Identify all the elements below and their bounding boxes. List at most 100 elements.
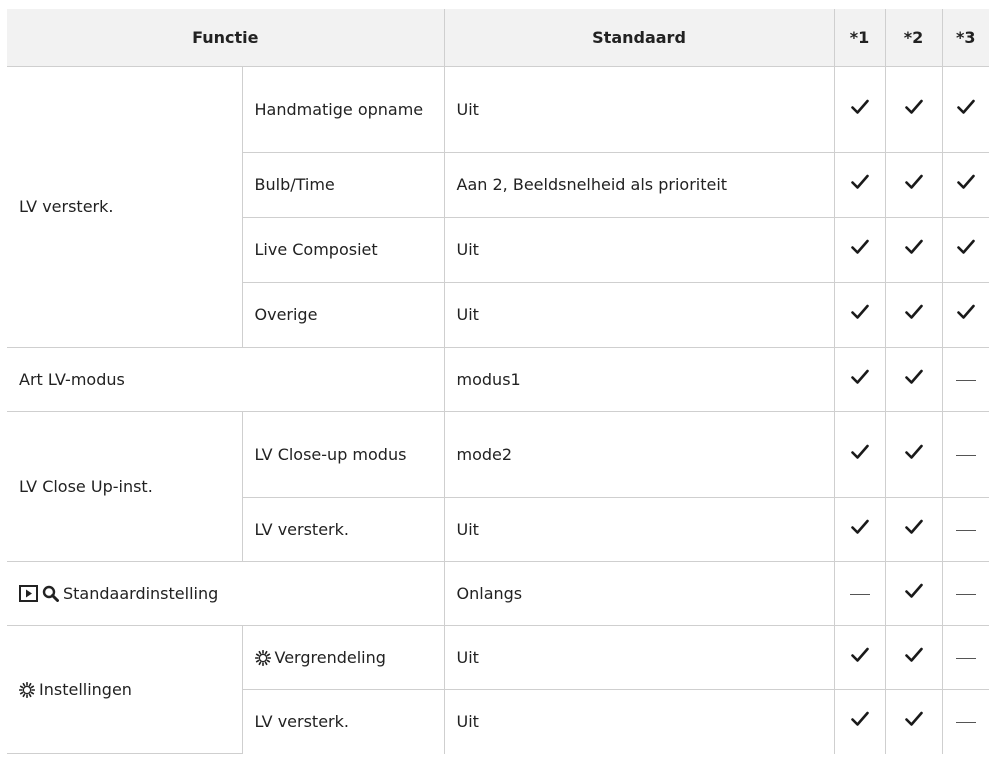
- check-icon: [904, 583, 923, 599]
- default-value: Uit: [443, 497, 835, 562]
- settings-table: Functie Standaard *1 *2 *3 LV versterk. …: [7, 9, 990, 754]
- row-label-playback: Standaardinstelling: [7, 561, 445, 626]
- default-value: Aan 2, Beeldsnelheid als prioriteit: [443, 152, 835, 218]
- sub-label: LV versterk.: [242, 497, 445, 562]
- group-label-lv-versterk: LV versterk.: [7, 66, 243, 348]
- mark-cell: [833, 347, 886, 412]
- check-icon: [904, 444, 923, 460]
- check-icon: [904, 369, 923, 385]
- dash-icon: [955, 657, 976, 659]
- mark-cell: [833, 497, 886, 562]
- check-icon: [956, 239, 975, 255]
- check-icon: [956, 99, 975, 115]
- mark-cell: [884, 689, 943, 754]
- default-value: Uit: [443, 689, 835, 754]
- header-col1: *1: [833, 9, 886, 67]
- dial-icon: [19, 681, 35, 698]
- mark-cell: [884, 411, 943, 498]
- default-value: mode2: [443, 411, 835, 498]
- check-icon: [850, 444, 869, 460]
- table-row: Art LV-modus modus1: [7, 347, 990, 412]
- header-functie: Functie: [7, 9, 445, 67]
- magnifier-icon: [42, 585, 59, 602]
- table-row: Standaardinstelling Onlangs: [7, 561, 990, 626]
- check-icon: [850, 647, 869, 663]
- mark-cell: [833, 561, 886, 626]
- row-label-text: Instellingen: [39, 679, 132, 699]
- sub-label: Overige: [242, 282, 445, 348]
- mark-cell: [941, 66, 990, 153]
- check-icon: [956, 174, 975, 190]
- row-label-art-lv: Art LV-modus: [7, 347, 445, 412]
- mark-cell: [884, 497, 943, 562]
- check-icon: [850, 239, 869, 255]
- check-icon: [904, 99, 923, 115]
- mark-cell: [833, 282, 886, 348]
- mark-cell: [884, 66, 943, 153]
- header-standaard: Standaard: [443, 9, 835, 67]
- header-row: Functie Standaard *1 *2 *3: [7, 9, 990, 67]
- sub-label: LV versterk.: [242, 689, 445, 754]
- mark-cell: [884, 347, 943, 412]
- mark-cell: [941, 497, 990, 562]
- check-icon: [904, 647, 923, 663]
- sub-label-text: Vergrendeling: [274, 647, 386, 667]
- dash-icon: [955, 721, 976, 723]
- check-icon: [850, 99, 869, 115]
- mark-cell: [833, 689, 886, 754]
- check-icon: [904, 239, 923, 255]
- default-value: Uit: [443, 217, 835, 283]
- table-row: Instellingen Vergrendeling Uit: [7, 625, 990, 754]
- default-value: modus1: [443, 347, 835, 412]
- mark-cell: [941, 689, 990, 754]
- mark-cell: [941, 411, 990, 498]
- check-icon: [904, 174, 923, 190]
- header-col2: *2: [884, 9, 943, 67]
- dash-icon: [955, 529, 976, 531]
- check-icon: [850, 711, 869, 727]
- header-col3: *3: [941, 9, 990, 67]
- table-row: LV Close Up-inst. LV Close-up modus mode…: [7, 411, 990, 562]
- mark-cell: [941, 282, 990, 348]
- row-label-text: Standaardinstelling: [63, 583, 219, 603]
- dial-icon: [254, 649, 271, 666]
- mark-cell: [941, 217, 990, 283]
- check-icon: [850, 304, 869, 320]
- mark-cell: [884, 561, 943, 626]
- dash-icon: [955, 379, 976, 381]
- mark-cell: [884, 625, 943, 690]
- default-value: Onlangs: [443, 561, 835, 626]
- table-row: LV versterk. Handmatige opname Uit: [7, 66, 990, 348]
- check-icon: [850, 519, 869, 535]
- default-value: Uit: [443, 625, 835, 690]
- mark-cell: [833, 217, 886, 283]
- sub-label: LV Close-up modus: [241, 411, 445, 498]
- sub-label: Vergrendeling: [241, 625, 445, 690]
- dash-icon: [955, 593, 976, 595]
- check-icon: [904, 304, 923, 320]
- playback-icon: [19, 584, 38, 602]
- sub-label: Handmatige opname: [241, 66, 445, 153]
- mark-cell: [884, 152, 943, 218]
- dash-icon: [955, 454, 976, 456]
- check-icon: [850, 174, 869, 190]
- default-value: Uit: [443, 66, 835, 153]
- mark-cell: [941, 152, 990, 218]
- check-icon: [956, 304, 975, 320]
- check-icon: [850, 369, 869, 385]
- group-label-lv-closeup: LV Close Up-inst.: [7, 411, 243, 562]
- mark-cell: [941, 625, 990, 690]
- dash-icon: [849, 593, 870, 595]
- group-label-instellingen: Instellingen: [7, 625, 243, 754]
- mark-cell: [833, 411, 886, 498]
- mark-cell: [941, 347, 990, 412]
- check-icon: [904, 711, 923, 727]
- mark-cell: [833, 625, 886, 690]
- check-icon: [904, 519, 923, 535]
- mark-cell: [833, 66, 886, 153]
- default-value: Uit: [443, 282, 835, 348]
- mark-cell: [884, 282, 943, 348]
- sub-label: Bulb/Time: [242, 152, 445, 218]
- sub-label: Live Composiet: [242, 217, 445, 283]
- mark-cell: [884, 217, 943, 283]
